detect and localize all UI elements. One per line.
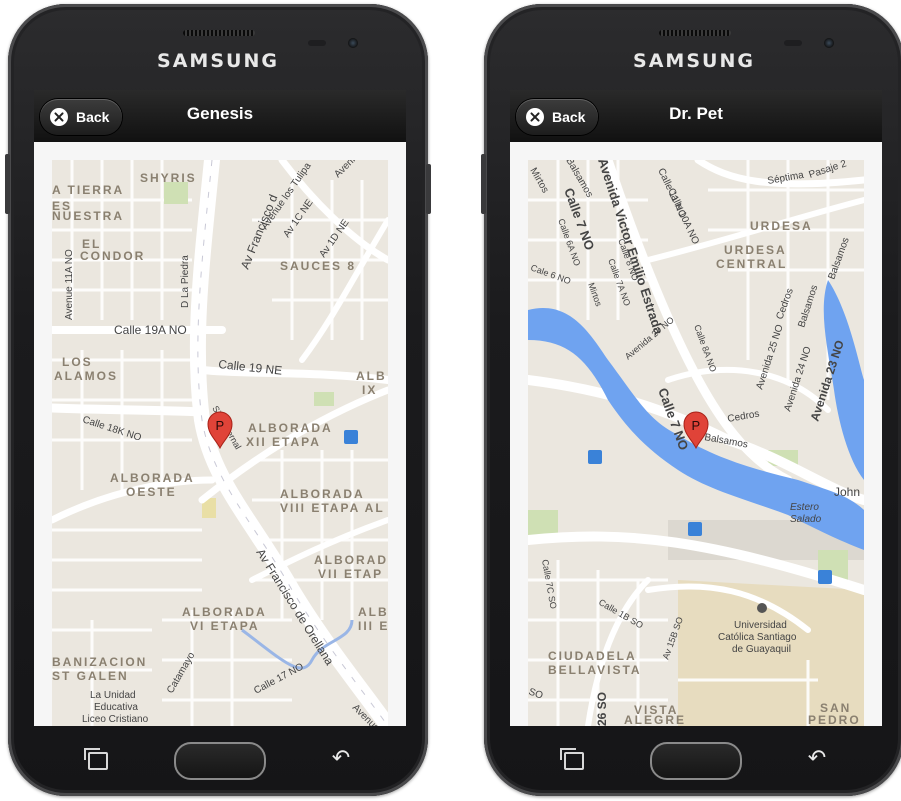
map-view[interactable]: Mirtos Balsamos Avenida Victor Emilio Es… bbox=[528, 160, 864, 726]
recent-apps-icon[interactable] bbox=[84, 748, 108, 770]
svg-text:OESTE: OESTE bbox=[126, 485, 177, 499]
back-arrow-icon[interactable]: ↶ bbox=[804, 747, 830, 769]
area-label-sauces: SAUCES 8 bbox=[280, 259, 356, 273]
brand-logo: SAMSUNG bbox=[157, 50, 279, 72]
svg-text:Salado: Salado bbox=[790, 514, 822, 525]
app-screen: Back Genesis SHYRIS A TIERRA ES NUESTRA … bbox=[34, 90, 406, 726]
close-icon bbox=[526, 108, 544, 126]
svg-text:ALAMOS: ALAMOS bbox=[54, 369, 118, 383]
volume-button bbox=[5, 154, 10, 214]
map-view[interactable]: SHYRIS A TIERRA ES NUESTRA EL CONDOR Av … bbox=[52, 160, 388, 726]
svg-text:ALB: ALB bbox=[356, 369, 387, 383]
svg-text:Estero: Estero bbox=[790, 502, 819, 513]
volume-button bbox=[481, 154, 486, 214]
svg-text:LOS: LOS bbox=[62, 355, 93, 369]
svg-text:ALBORADA: ALBORADA bbox=[182, 605, 267, 619]
svg-text:BELLAVISTA: BELLAVISTA bbox=[548, 663, 642, 677]
proximity-sensor bbox=[784, 40, 802, 46]
bus-stop-icon bbox=[688, 522, 702, 536]
svg-text:Liceo Cristiano: Liceo Cristiano bbox=[82, 714, 149, 725]
back-button[interactable]: Back bbox=[40, 99, 122, 135]
svg-text:VIII ETAPA AL: VIII ETAPA AL bbox=[280, 501, 385, 515]
bus-stop-icon bbox=[588, 450, 602, 464]
nav-bar: ↶ bbox=[484, 726, 901, 796]
front-camera-icon bbox=[348, 38, 358, 48]
area-label-tierra: A TIERRA bbox=[52, 183, 124, 197]
svg-text:CONDOR: CONDOR bbox=[80, 249, 145, 263]
front-camera-icon bbox=[824, 38, 834, 48]
svg-text:ALBORADA: ALBORADA bbox=[248, 421, 333, 435]
pin-label: P bbox=[216, 418, 225, 433]
back-button[interactable]: Back bbox=[516, 99, 598, 135]
svg-text:ST GALEN: ST GALEN bbox=[52, 669, 129, 683]
nav-bar: ↶ bbox=[8, 726, 428, 796]
app-header: Back Dr. Pet bbox=[510, 90, 882, 142]
app-header: Back Genesis bbox=[34, 90, 406, 142]
svg-text:XII ETAPA: XII ETAPA bbox=[246, 435, 321, 449]
phone-left: SAMSUNG Back Genesis SHYRIS A TIERRA ES … bbox=[5, 4, 431, 796]
app-screen: Back Dr. Pet Mirtos Balsamos Avenida Vic… bbox=[510, 90, 882, 726]
earpiece-speaker bbox=[183, 30, 255, 36]
road-label-avenue-11a: Avenue 11A NO bbox=[64, 249, 75, 320]
university-icon bbox=[757, 603, 767, 613]
svg-text:Universidad: Universidad bbox=[734, 620, 787, 631]
close-icon bbox=[50, 108, 68, 126]
svg-text:ALBORADA: ALBORADA bbox=[110, 471, 195, 485]
svg-text:ALBORADA: ALBORADA bbox=[280, 487, 365, 501]
power-button bbox=[426, 164, 431, 214]
phone-right: SAMSUNG Back Dr. Pet Mirtos Balsamos Ave… bbox=[481, 4, 901, 796]
svg-text:VI ETAPA: VI ETAPA bbox=[190, 619, 260, 633]
svg-text:PEDRO: PEDRO bbox=[808, 713, 861, 726]
svg-text:NUESTRA: NUESTRA bbox=[52, 209, 124, 223]
svg-text:26 SO: 26 SO bbox=[595, 692, 609, 726]
svg-text:IX: IX bbox=[362, 383, 377, 397]
svg-text:de Guayaquil: de Guayaquil bbox=[732, 644, 791, 655]
svg-text:ALB: ALB bbox=[358, 605, 388, 619]
svg-text:John: John bbox=[834, 485, 860, 499]
svg-text:CIUDADELA: CIUDADELA bbox=[548, 649, 637, 663]
bus-stop-icon bbox=[344, 430, 358, 444]
back-button-label: Back bbox=[552, 109, 586, 125]
svg-text:CENTRAL: CENTRAL bbox=[716, 257, 787, 271]
svg-text:ALBORADA: ALBORADA bbox=[314, 553, 388, 567]
pin-label: P bbox=[692, 418, 701, 433]
back-arrow-icon[interactable]: ↶ bbox=[328, 747, 354, 769]
svg-text:III E: III E bbox=[358, 619, 388, 633]
svg-text:URDESA: URDESA bbox=[750, 219, 813, 233]
road-label-piedra: D La Piedra bbox=[180, 255, 191, 308]
svg-text:Educativa: Educativa bbox=[94, 702, 138, 713]
area-label-shyris: SHYRIS bbox=[140, 171, 197, 185]
svg-text:VII ETAP: VII ETAP bbox=[318, 567, 383, 581]
svg-text:La Unidad: La Unidad bbox=[90, 690, 136, 701]
svg-text:ALEGRE: ALEGRE bbox=[624, 713, 686, 726]
bus-stop-icon bbox=[818, 570, 832, 584]
recent-apps-icon[interactable] bbox=[560, 748, 584, 770]
svg-text:BANIZACION: BANIZACION bbox=[52, 655, 147, 669]
proximity-sensor bbox=[308, 40, 326, 46]
back-button-label: Back bbox=[76, 109, 110, 125]
home-button[interactable] bbox=[650, 742, 742, 780]
home-button[interactable] bbox=[174, 742, 266, 780]
brand-logo: SAMSUNG bbox=[633, 50, 755, 72]
svg-text:URDESA: URDESA bbox=[724, 243, 787, 257]
road-label-calle-19a: Calle 19A NO bbox=[114, 323, 187, 337]
earpiece-speaker bbox=[659, 30, 731, 36]
svg-text:Católica Santiago: Católica Santiago bbox=[718, 632, 797, 643]
